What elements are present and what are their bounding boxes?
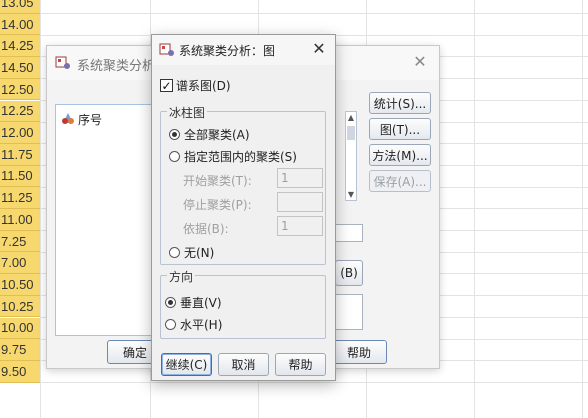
orientation-legend: 方向	[167, 268, 196, 285]
scale-variable-icon	[61, 111, 75, 128]
radio-label: 全部聚类(A)	[184, 128, 250, 142]
start-cluster-input[interactable]: 1	[277, 168, 323, 188]
row-gridline	[40, 13, 588, 14]
scroll-up-icon[interactable]: ▲	[346, 113, 356, 122]
orientation-group: 方向 垂直(V) 水平(H)	[160, 268, 326, 339]
row-header: 7.25	[0, 230, 40, 253]
row-gridline	[40, 381, 588, 383]
cancel-button[interactable]: 取消	[218, 353, 269, 376]
row-header: 10.25	[0, 295, 40, 318]
radio-label: 指定范围内的聚类(S)	[184, 150, 297, 164]
scrollbar-thumb[interactable]	[347, 126, 355, 140]
radio-button[interactable]	[169, 151, 180, 162]
plots-dialog: 系统聚类分析：图 ✕ ✓ 谱系图(D) 冰柱图 全部聚类(A) 指定范围内的聚类…	[151, 34, 336, 381]
stop-cluster-label: 停止聚类(P):	[183, 198, 252, 212]
parent-field[interactable]	[335, 294, 363, 330]
continue-button[interactable]: 继续(C)	[161, 353, 212, 376]
parent-dialog-title: 系统聚类分析	[77, 58, 156, 73]
dialog-title: 系统聚类分析：图	[179, 44, 276, 58]
row-header: 11.00	[0, 209, 40, 231]
radio-button[interactable]	[165, 297, 176, 308]
list-item[interactable]: 序号	[61, 111, 102, 128]
parent-help-button[interactable]: 帮助	[331, 340, 387, 364]
save-button[interactable]: 保存(A)...	[369, 170, 431, 192]
radio-button[interactable]	[169, 247, 180, 258]
variable-list-scrollbar[interactable]: ▲ ▼	[345, 111, 357, 201]
parent-hidden-button[interactable]: (B)	[335, 260, 363, 286]
row-header: 13.05	[0, 0, 40, 14]
variable-name: 序号	[78, 113, 103, 127]
spss-dialog-icon	[159, 43, 175, 60]
dendrogram-checkbox[interactable]: ✓	[160, 79, 173, 92]
start-cluster-label: 开始聚类(T):	[183, 174, 252, 188]
row-header: 12.50	[0, 78, 40, 101]
dendrogram-label: 谱系图(D)	[176, 79, 231, 93]
row-header: 12.00	[0, 122, 40, 144]
row-header: 9.75	[0, 339, 40, 361]
row-header: 14.00	[0, 13, 40, 36]
variable-list[interactable]: 序号	[55, 104, 155, 336]
row-header: 14.50	[0, 57, 40, 79]
statistics-button[interactable]: 统计(S)...	[369, 92, 431, 114]
parent-field[interactable]	[335, 224, 363, 242]
radio-label: 垂直(V)	[180, 296, 222, 310]
radio-all-clusters[interactable]: 全部聚类(A)	[169, 126, 250, 143]
row-header: 14.25	[0, 35, 40, 58]
by-input[interactable]: 1	[277, 216, 323, 236]
plots-button[interactable]: 图(T)...	[369, 118, 431, 140]
dendrogram-checkbox-row[interactable]: ✓ 谱系图(D)	[160, 77, 231, 94]
radio-none[interactable]: 无(N)	[169, 244, 214, 261]
radio-vertical[interactable]: 垂直(V)	[165, 294, 222, 311]
radio-label: 无(N)	[184, 246, 215, 260]
row-header: 11.50	[0, 165, 40, 188]
row-header: 11.25	[0, 187, 40, 209]
scroll-down-icon[interactable]: ▼	[346, 190, 356, 199]
stop-cluster-input[interactable]	[277, 192, 323, 212]
icicle-legend: 冰柱图	[167, 104, 208, 121]
spss-dialog-icon	[55, 56, 71, 73]
close-icon[interactable]: ✕	[309, 39, 329, 58]
row-header: 10.00	[0, 317, 40, 340]
row-header: 10.50	[0, 274, 40, 296]
radio-button[interactable]	[165, 319, 176, 330]
icicle-group: 冰柱图 全部聚类(A) 指定范围内的聚类(S) 开始聚类(T): 1 停止聚类(…	[160, 104, 326, 265]
child-title-bar: 系统聚类分析：图 ✕	[152, 35, 335, 65]
method-button[interactable]: 方法(M)...	[369, 144, 431, 166]
radio-range-clusters[interactable]: 指定范围内的聚类(S)	[169, 148, 297, 165]
row-header: 7.00	[0, 252, 40, 275]
by-label: 依据(B):	[183, 222, 229, 236]
radio-label: 水平(H)	[180, 318, 223, 332]
row-header: 11.75	[0, 143, 40, 166]
row-header: 12.25	[0, 100, 40, 123]
help-button[interactable]: 帮助	[275, 353, 326, 376]
close-icon[interactable]: ✕	[409, 52, 431, 72]
radio-button[interactable]	[169, 129, 180, 140]
row-header: 9.50	[0, 360, 40, 383]
radio-horizontal[interactable]: 水平(H)	[165, 316, 222, 333]
